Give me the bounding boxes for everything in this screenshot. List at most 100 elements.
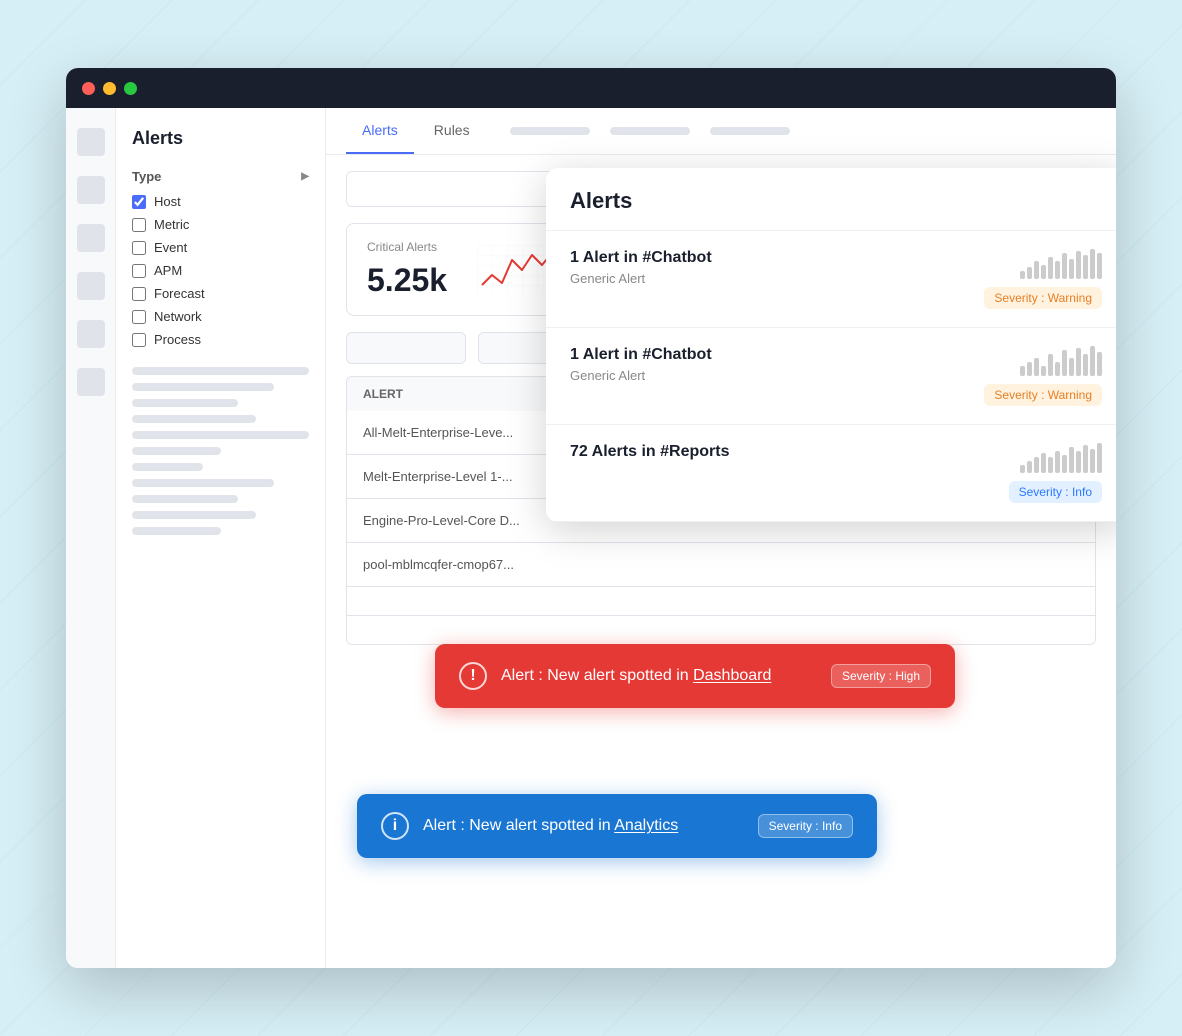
checkbox-network-input[interactable]: [132, 310, 146, 324]
filter-line-10: [132, 511, 256, 519]
bar: [1069, 447, 1074, 473]
toast-red-severity: Severity : High: [831, 664, 931, 688]
filter-line-1: [132, 367, 309, 375]
toast-analytics[interactable]: i Alert : New alert spotted in Analytics…: [357, 794, 877, 858]
tab-ph-1: [510, 127, 590, 135]
minimize-button[interactable]: [103, 82, 116, 95]
bar: [1076, 251, 1081, 279]
mini-bar-chart-2: [1020, 346, 1102, 376]
notif-right-2: Severity : Warning: [984, 346, 1102, 406]
bar: [1048, 354, 1053, 376]
filter-line-8: [132, 479, 274, 487]
close-button[interactable]: [82, 82, 95, 95]
title-bar: [66, 68, 1116, 108]
filter-line-7: [132, 463, 203, 471]
table-row[interactable]: pool-mblmcqfer-cmop67...: [346, 543, 1096, 587]
sidebar-filter-lines: [132, 367, 309, 535]
bar: [1076, 348, 1081, 376]
bar: [1055, 362, 1060, 376]
bar: [1055, 451, 1060, 473]
bar: [1083, 255, 1088, 279]
filter-line-11: [132, 527, 221, 535]
checkbox-apm-input[interactable]: [132, 264, 146, 278]
checkbox-apm[interactable]: APM: [132, 263, 309, 278]
bar: [1069, 358, 1074, 376]
checkbox-metric[interactable]: Metric: [132, 217, 309, 232]
alert-name-4: pool-mblmcqfer-cmop67...: [363, 557, 1079, 572]
checkbox-process[interactable]: Process: [132, 332, 309, 347]
checkbox-forecast-input[interactable]: [132, 287, 146, 301]
bar: [1076, 451, 1081, 473]
filter-line-9: [132, 495, 238, 503]
nav-icon-5[interactable]: [77, 320, 105, 348]
tab-alerts[interactable]: Alerts: [346, 108, 414, 154]
filter-line-3: [132, 399, 238, 407]
checkbox-host-input[interactable]: [132, 195, 146, 209]
bar: [1041, 453, 1046, 473]
toast-red-icon: !: [459, 662, 487, 690]
filter-line-4: [132, 415, 256, 423]
nav-icon-6[interactable]: [77, 368, 105, 396]
table-row[interactable]: [346, 616, 1096, 645]
checkbox-event-input[interactable]: [132, 241, 146, 255]
stat-critical-value: 5.25k: [367, 262, 447, 299]
notif-title-3: 72 Alerts in #Reports: [570, 443, 729, 461]
bar: [1090, 346, 1095, 376]
bar: [1062, 350, 1067, 376]
nav-icon-2[interactable]: [77, 176, 105, 204]
nav-icon-1[interactable]: [77, 128, 105, 156]
notif-right-1: Severity : Warning: [984, 249, 1102, 309]
checkbox-process-label: Process: [154, 332, 201, 347]
bar: [1034, 261, 1039, 279]
filter-line-5: [132, 431, 309, 439]
bar: [1090, 249, 1095, 279]
notif-title-1: 1 Alert in #Chatbot: [570, 249, 712, 267]
toast-dashboard[interactable]: ! Alert : New alert spotted in Dashboard…: [435, 644, 955, 708]
notification-item-2[interactable]: 1 Alert in #Chatbot Generic Alert: [546, 328, 1116, 425]
stat-critical-label: Critical Alerts: [367, 240, 447, 254]
checkbox-metric-input[interactable]: [132, 218, 146, 232]
nav-icon-4[interactable]: [77, 272, 105, 300]
bar: [1041, 366, 1046, 376]
checkbox-network-label: Network: [154, 309, 202, 324]
bar: [1020, 465, 1025, 473]
mini-bar-chart-1: [1020, 249, 1102, 279]
tab-ph-3: [710, 127, 790, 135]
checkbox-forecast[interactable]: Forecast: [132, 286, 309, 301]
notification-item-3[interactable]: 72 Alerts in #Reports: [546, 425, 1116, 522]
bar: [1034, 358, 1039, 376]
maximize-button[interactable]: [124, 82, 137, 95]
bar: [1041, 265, 1046, 279]
table-filter-btn-1[interactable]: [346, 332, 466, 364]
sidebar-type-arrow: ▶: [301, 171, 309, 182]
bar: [1097, 443, 1102, 473]
tab-rules[interactable]: Rules: [418, 108, 486, 154]
nav-icon-3[interactable]: [77, 224, 105, 252]
bar: [1055, 261, 1060, 279]
app-window: Alerts Type ▶ Host Metric Event APM: [66, 68, 1116, 968]
checkbox-event[interactable]: Event: [132, 240, 309, 255]
notif-subtitle-2: Generic Alert: [570, 368, 712, 383]
checkbox-host[interactable]: Host: [132, 194, 309, 209]
checkbox-event-label: Event: [154, 240, 187, 255]
checkbox-host-label: Host: [154, 194, 181, 209]
bar: [1097, 253, 1102, 279]
main-content: Alerts Rules Critical Alerts 5.25k: [326, 108, 1116, 968]
bar: [1034, 457, 1039, 473]
bar: [1020, 271, 1025, 279]
checkbox-process-input[interactable]: [132, 333, 146, 347]
notification-item-1[interactable]: 1 Alert in #Chatbot Generic Alert: [546, 231, 1116, 328]
notif-subtitle-1: Generic Alert: [570, 271, 712, 286]
notif-right-3: Severity : Info: [1009, 443, 1102, 503]
notifications-header: Alerts: [546, 168, 1116, 231]
traffic-lights: [82, 82, 137, 95]
sidebar-type-section: Type ▶: [132, 169, 309, 184]
sidebar-type-label: Type: [132, 169, 161, 184]
bar: [1083, 445, 1088, 473]
severity-badge-3: Severity : Info: [1009, 481, 1102, 503]
checkbox-network[interactable]: Network: [132, 309, 309, 324]
bar: [1062, 455, 1067, 473]
table-row[interactable]: [346, 587, 1096, 616]
mini-bar-chart-3: [1020, 443, 1102, 473]
toast-blue-severity: Severity : Info: [758, 814, 853, 838]
